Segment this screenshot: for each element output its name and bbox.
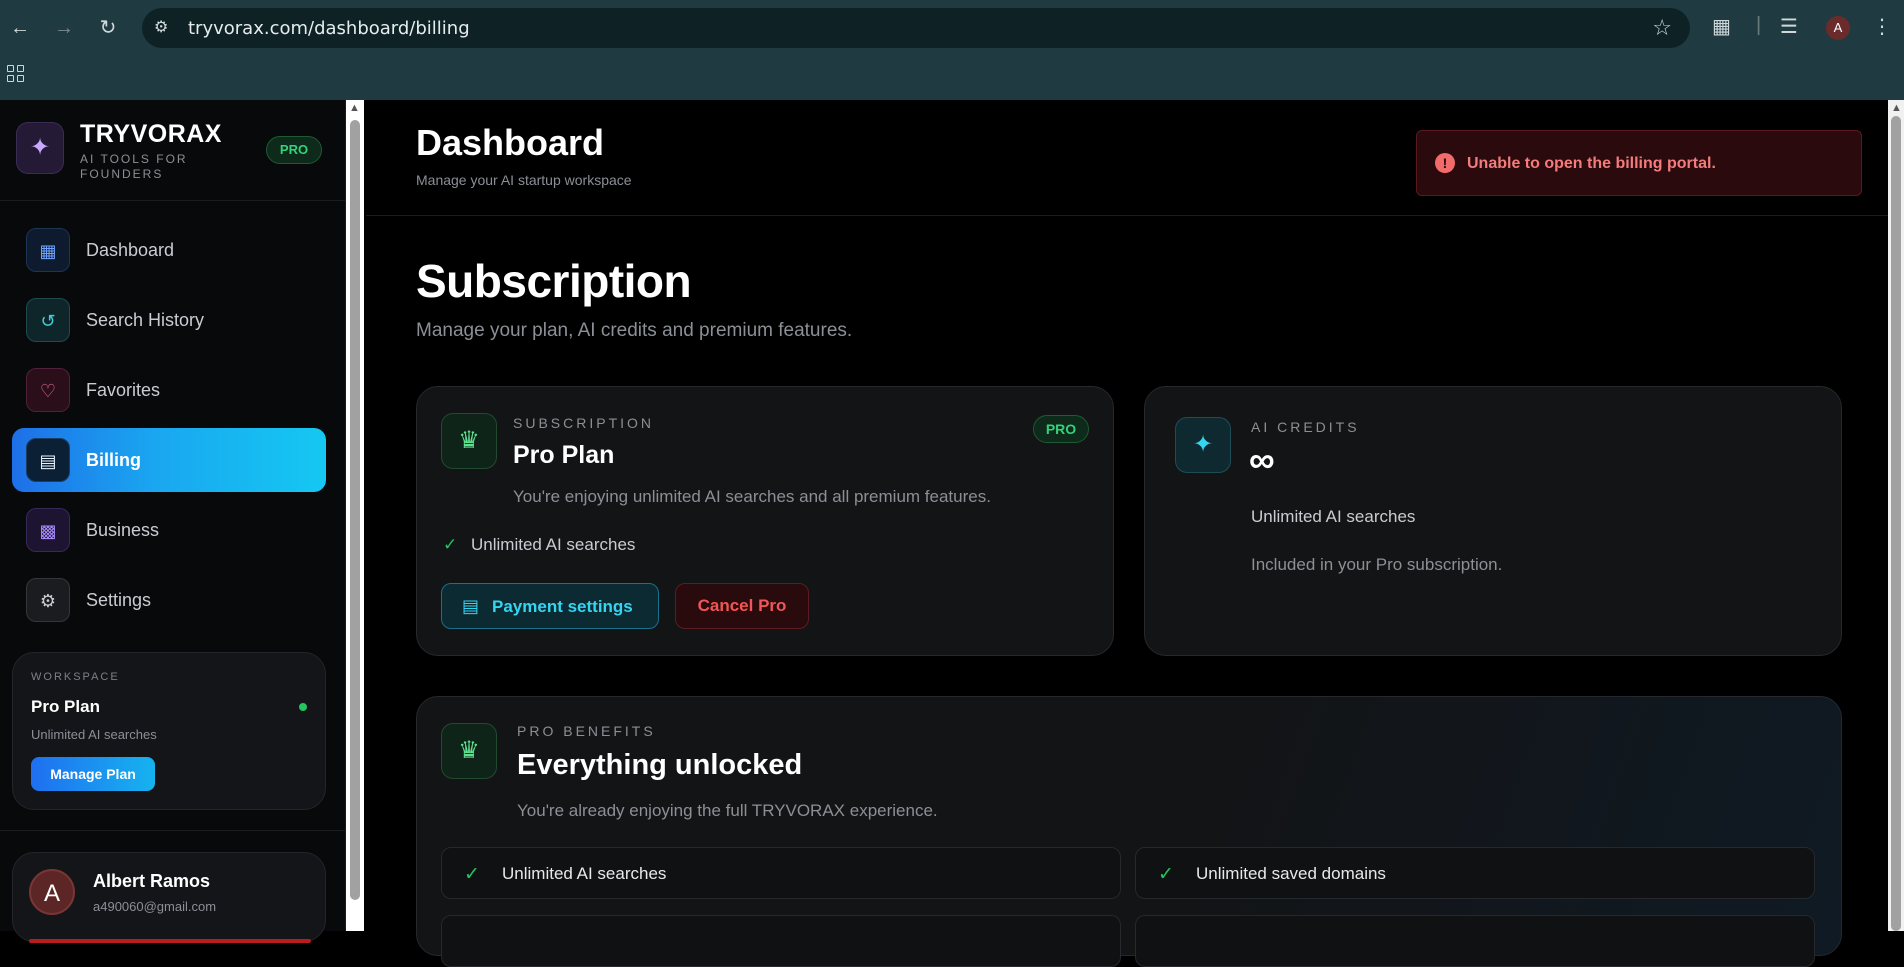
- site-info-icon[interactable]: ⚙: [154, 17, 176, 39]
- page-title: Subscription: [416, 255, 692, 307]
- alert-icon: !: [1435, 153, 1455, 173]
- brand-tagline: AI TOOLS FOR FOUNDERS: [80, 152, 188, 181]
- crown-icon: ♛: [441, 723, 497, 779]
- check-icon: ✓: [1158, 864, 1174, 885]
- grid-icon: ▦: [26, 228, 70, 272]
- page-subtitle: Manage your plan, AI credits and premium…: [416, 320, 853, 341]
- sidebar-item-label: Favorites: [86, 380, 161, 400]
- main-scrollbar-thumb[interactable]: [1891, 116, 1901, 931]
- plan-feature: Unlimited AI searches: [471, 535, 636, 554]
- credit-card-icon: ▤: [462, 596, 480, 616]
- status-badge: PRO: [1033, 415, 1089, 443]
- header-divider: [366, 215, 1888, 216]
- ai-credits-card: ✦ AI CREDITS ∞ Unlimited AI searches Inc…: [1144, 386, 1842, 656]
- subscription-card: ♛ SUBSCRIPTION Pro Plan PRO You're enjoy…: [416, 386, 1114, 656]
- sidebar-item-business[interactable]: ▩ Business: [12, 498, 326, 562]
- toolbar-divider: |: [1756, 14, 1762, 36]
- credit-card-icon: ▤: [26, 438, 70, 482]
- header-title: Dashboard: [416, 122, 605, 163]
- benefit-text: Unlimited saved domains: [1196, 864, 1386, 883]
- brand-pro-badge: PRO: [266, 136, 322, 164]
- brand-name: TRYVORAX: [80, 120, 222, 148]
- reload-icon[interactable]: ↻: [94, 14, 122, 42]
- browser-toolbar: ← → ↻ ⚙ tryvorax.com/dashboard/billing ☆…: [0, 0, 1904, 56]
- credits-description: Unlimited AI searches: [1251, 507, 1416, 526]
- plan-description: You're enjoying unlimited AI searches an…: [513, 487, 991, 506]
- logout-accent-bar: [29, 939, 311, 943]
- sidebar-item-label: Business: [86, 520, 160, 540]
- sidebar-scrollbar-thumb[interactable]: [350, 120, 360, 900]
- scroll-up-arrow-icon[interactable]: ▲: [349, 102, 360, 114]
- extensions-icon[interactable]: ▦: [1712, 14, 1731, 39]
- benefit-item: [1135, 915, 1815, 967]
- workspace-card: WORKSPACE Pro Plan Unlimited AI searches…: [12, 652, 326, 810]
- gear-icon: ⚙: [26, 578, 70, 622]
- sidebar-divider: [0, 830, 346, 831]
- pro-benefits-card: ♛ PRO BENEFITS Everything unlocked You'r…: [416, 696, 1842, 967]
- sidebar: ✦ TRYVORAX AI TOOLS FOR FOUNDERS PRO ▦ D…: [0, 100, 346, 943]
- browser-menu-icon[interactable]: ⋮: [1872, 14, 1892, 39]
- sidebar-item-label: Billing: [86, 450, 141, 470]
- avatar: A: [29, 869, 75, 915]
- sidebar-item-dashboard[interactable]: ▦ Dashboard: [12, 218, 326, 282]
- bar-chart-icon: ▩: [26, 508, 70, 552]
- sidebar-item-billing[interactable]: ▤ Billing: [12, 428, 326, 492]
- user-email: a490060@gmail.com: [93, 899, 217, 914]
- bookmarks-bar: [0, 56, 1904, 100]
- check-icon: ✓: [443, 535, 458, 554]
- error-toast: ! Unable to open the billing portal.: [1416, 130, 1862, 196]
- payment-settings-button[interactable]: ▤ Payment settings: [441, 583, 659, 629]
- subscription-label: SUBSCRIPTION: [513, 415, 655, 431]
- workspace-label: WORKSPACE: [31, 671, 120, 683]
- cancel-pro-button[interactable]: Cancel Pro: [675, 583, 809, 629]
- apps-grid-icon[interactable]: [6, 64, 26, 84]
- workspace-description: Unlimited AI searches: [31, 727, 157, 742]
- sparkle-logo-icon: ✦: [16, 122, 64, 174]
- benefit-text: Unlimited AI searches: [502, 864, 667, 883]
- credits-value: ∞: [1249, 439, 1275, 480]
- profile-avatar[interactable]: A: [1826, 16, 1850, 40]
- user-card[interactable]: A Albert Ramos a490060@gmail.com: [12, 852, 326, 943]
- user-name: Albert Ramos: [93, 871, 211, 891]
- main-content: Dashboard Manage your AI startup workspa…: [366, 100, 1888, 967]
- back-icon[interactable]: ←: [6, 14, 34, 42]
- history-icon: ↺: [26, 298, 70, 342]
- sidebar-item-settings[interactable]: ⚙ Settings: [12, 568, 326, 632]
- credits-note: Included in your Pro subscription.: [1251, 555, 1503, 574]
- sidebar-divider: [0, 200, 346, 201]
- sidebar-item-favorites[interactable]: ♡ Favorites: [12, 358, 326, 422]
- bookmark-star-icon[interactable]: ☆: [1652, 15, 1672, 41]
- sparkle-icon: ✦: [1175, 417, 1231, 473]
- scroll-up-arrow-icon[interactable]: ▲: [1891, 102, 1902, 114]
- toast-message: Unable to open the billing portal.: [1467, 155, 1716, 172]
- sidebar-item-label: Search History: [86, 310, 205, 330]
- benefits-title: Everything unlocked: [517, 749, 803, 781]
- benefits-description: You're already enjoying the full TRYVORA…: [517, 801, 938, 820]
- check-icon: ✓: [464, 864, 480, 885]
- status-dot: [299, 703, 307, 711]
- plan-name: Pro Plan: [513, 441, 615, 469]
- sidebar-item-label: Settings: [86, 590, 152, 610]
- sidebar-item-search-history[interactable]: ↺ Search History: [12, 288, 326, 352]
- workspace-plan: Pro Plan: [31, 697, 100, 716]
- url-text[interactable]: tryvorax.com/dashboard/billing: [188, 18, 470, 39]
- credits-label: AI CREDITS: [1251, 419, 1360, 435]
- header-subtitle: Manage your AI startup workspace: [416, 172, 632, 188]
- media-controls-icon[interactable]: ☰: [1780, 14, 1798, 39]
- benefit-item: [441, 915, 1121, 967]
- sidebar-item-label: Dashboard: [86, 240, 175, 260]
- benefit-item: ✓ Unlimited saved domains: [1135, 847, 1815, 899]
- address-bar[interactable]: ⚙ tryvorax.com/dashboard/billing ☆: [142, 8, 1690, 48]
- forward-icon[interactable]: →: [50, 14, 78, 42]
- benefit-item: ✓ Unlimited AI searches: [441, 847, 1121, 899]
- benefits-label: PRO BENEFITS: [517, 723, 656, 739]
- manage-plan-button[interactable]: Manage Plan: [31, 757, 155, 791]
- heart-icon: ♡: [26, 368, 70, 412]
- button-label: Payment settings: [492, 597, 633, 616]
- crown-icon: ♛: [441, 413, 497, 469]
